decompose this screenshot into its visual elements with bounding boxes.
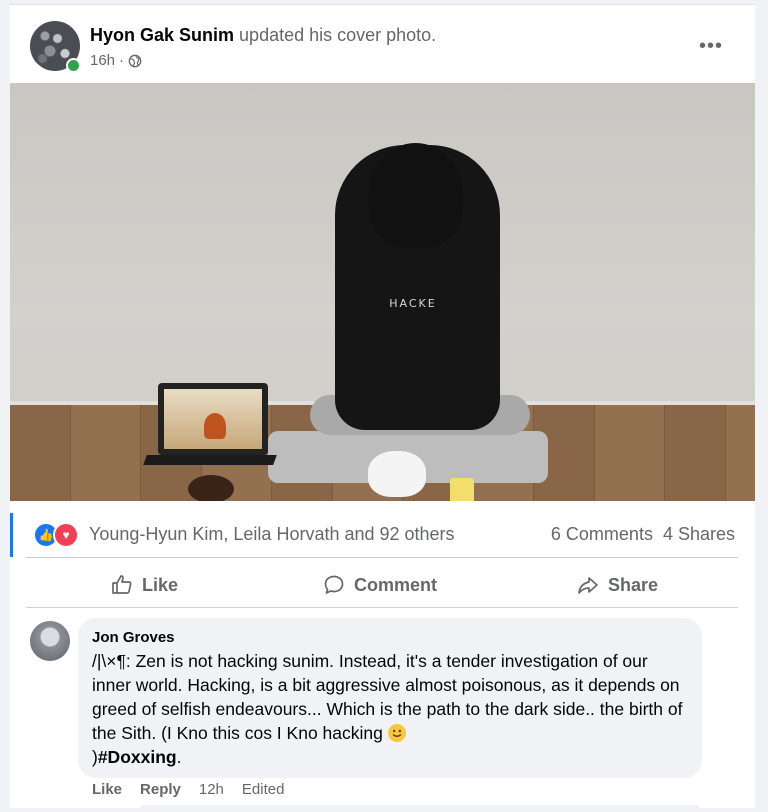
like-button[interactable]: Like: [110, 563, 178, 607]
share-icon: [578, 577, 598, 594]
comment-icon: [324, 575, 344, 594]
post-header: Hyon Gak Sunim updated his cover photo.: [90, 25, 436, 46]
photo-hoodie-text: HACKE: [389, 297, 437, 310]
photo-teapot: [368, 451, 426, 497]
shares-count[interactable]: 4 Shares: [663, 524, 735, 545]
comment-edited-label: Edited: [241, 781, 285, 798]
comment-author[interactable]: Jon Groves: [92, 629, 688, 646]
comment-like-button[interactable]: Like: [92, 781, 122, 798]
engagement-counts: 6 Comments 4 Shares: [551, 524, 735, 545]
post-card: Hyon Gak Sunim updated his cover photo. …: [10, 4, 755, 812]
thumbs-up-icon: [112, 575, 132, 594]
author-name[interactable]: Hyon Gak Sunim: [90, 25, 234, 45]
reactors-text[interactable]: Young-Hyun Kim, Leila Horvath and 92 oth…: [89, 524, 455, 545]
post-actions: Like Comment Share: [10, 563, 755, 607]
smile-emoji-icon: [387, 724, 406, 742]
love-icon[interactable]: ♥: [53, 522, 79, 548]
photo-candle: [450, 478, 474, 501]
divider: [26, 557, 738, 558]
commenter-avatar[interactable]: [30, 621, 70, 661]
globe-icon[interactable]: [128, 54, 142, 68]
comment-meta: Like Reply 12h Edited: [92, 781, 284, 798]
comment-button[interactable]: Comment: [322, 563, 437, 607]
photo-laptop-display: [164, 389, 262, 449]
comment-button-label: Comment: [354, 574, 438, 595]
comment-timestamp[interactable]: 12h: [199, 781, 224, 798]
meta-separator: ·: [119, 52, 125, 69]
divider: [26, 607, 738, 608]
photo-laptop-base: [143, 455, 277, 465]
online-status-icon: [66, 58, 81, 73]
photo-hood: [368, 143, 463, 248]
post-meta: 16h ·: [90, 52, 142, 69]
share-button-label: Share: [608, 574, 659, 595]
comment-reply-button[interactable]: Reply: [140, 781, 181, 798]
like-button-label: Like: [142, 574, 179, 595]
comments-count[interactable]: 6 Comments: [551, 524, 653, 545]
more-icon[interactable]: •••: [699, 35, 723, 58]
comment-text: /|\×¶: Zen is not hacking sunim. Instead…: [92, 649, 688, 769]
reply-input-strip[interactable]: [140, 805, 700, 812]
post-action-text: updated his cover photo.: [239, 25, 437, 45]
share-button[interactable]: Share: [576, 563, 658, 607]
comment-hashtag[interactable]: #Doxxing: [98, 747, 177, 767]
photo-bowl: [188, 475, 234, 501]
comment-bubble: Jon Groves /|\×¶: Zen is not hacking sun…: [78, 618, 702, 778]
reaction-summary: 👍 ♥ Young-Hyun Kim, Leila Horvath and 92…: [10, 513, 755, 557]
comment-end: .: [176, 747, 182, 767]
post-timestamp[interactable]: 16h: [90, 52, 115, 69]
cover-photo[interactable]: HACKE: [10, 83, 755, 501]
